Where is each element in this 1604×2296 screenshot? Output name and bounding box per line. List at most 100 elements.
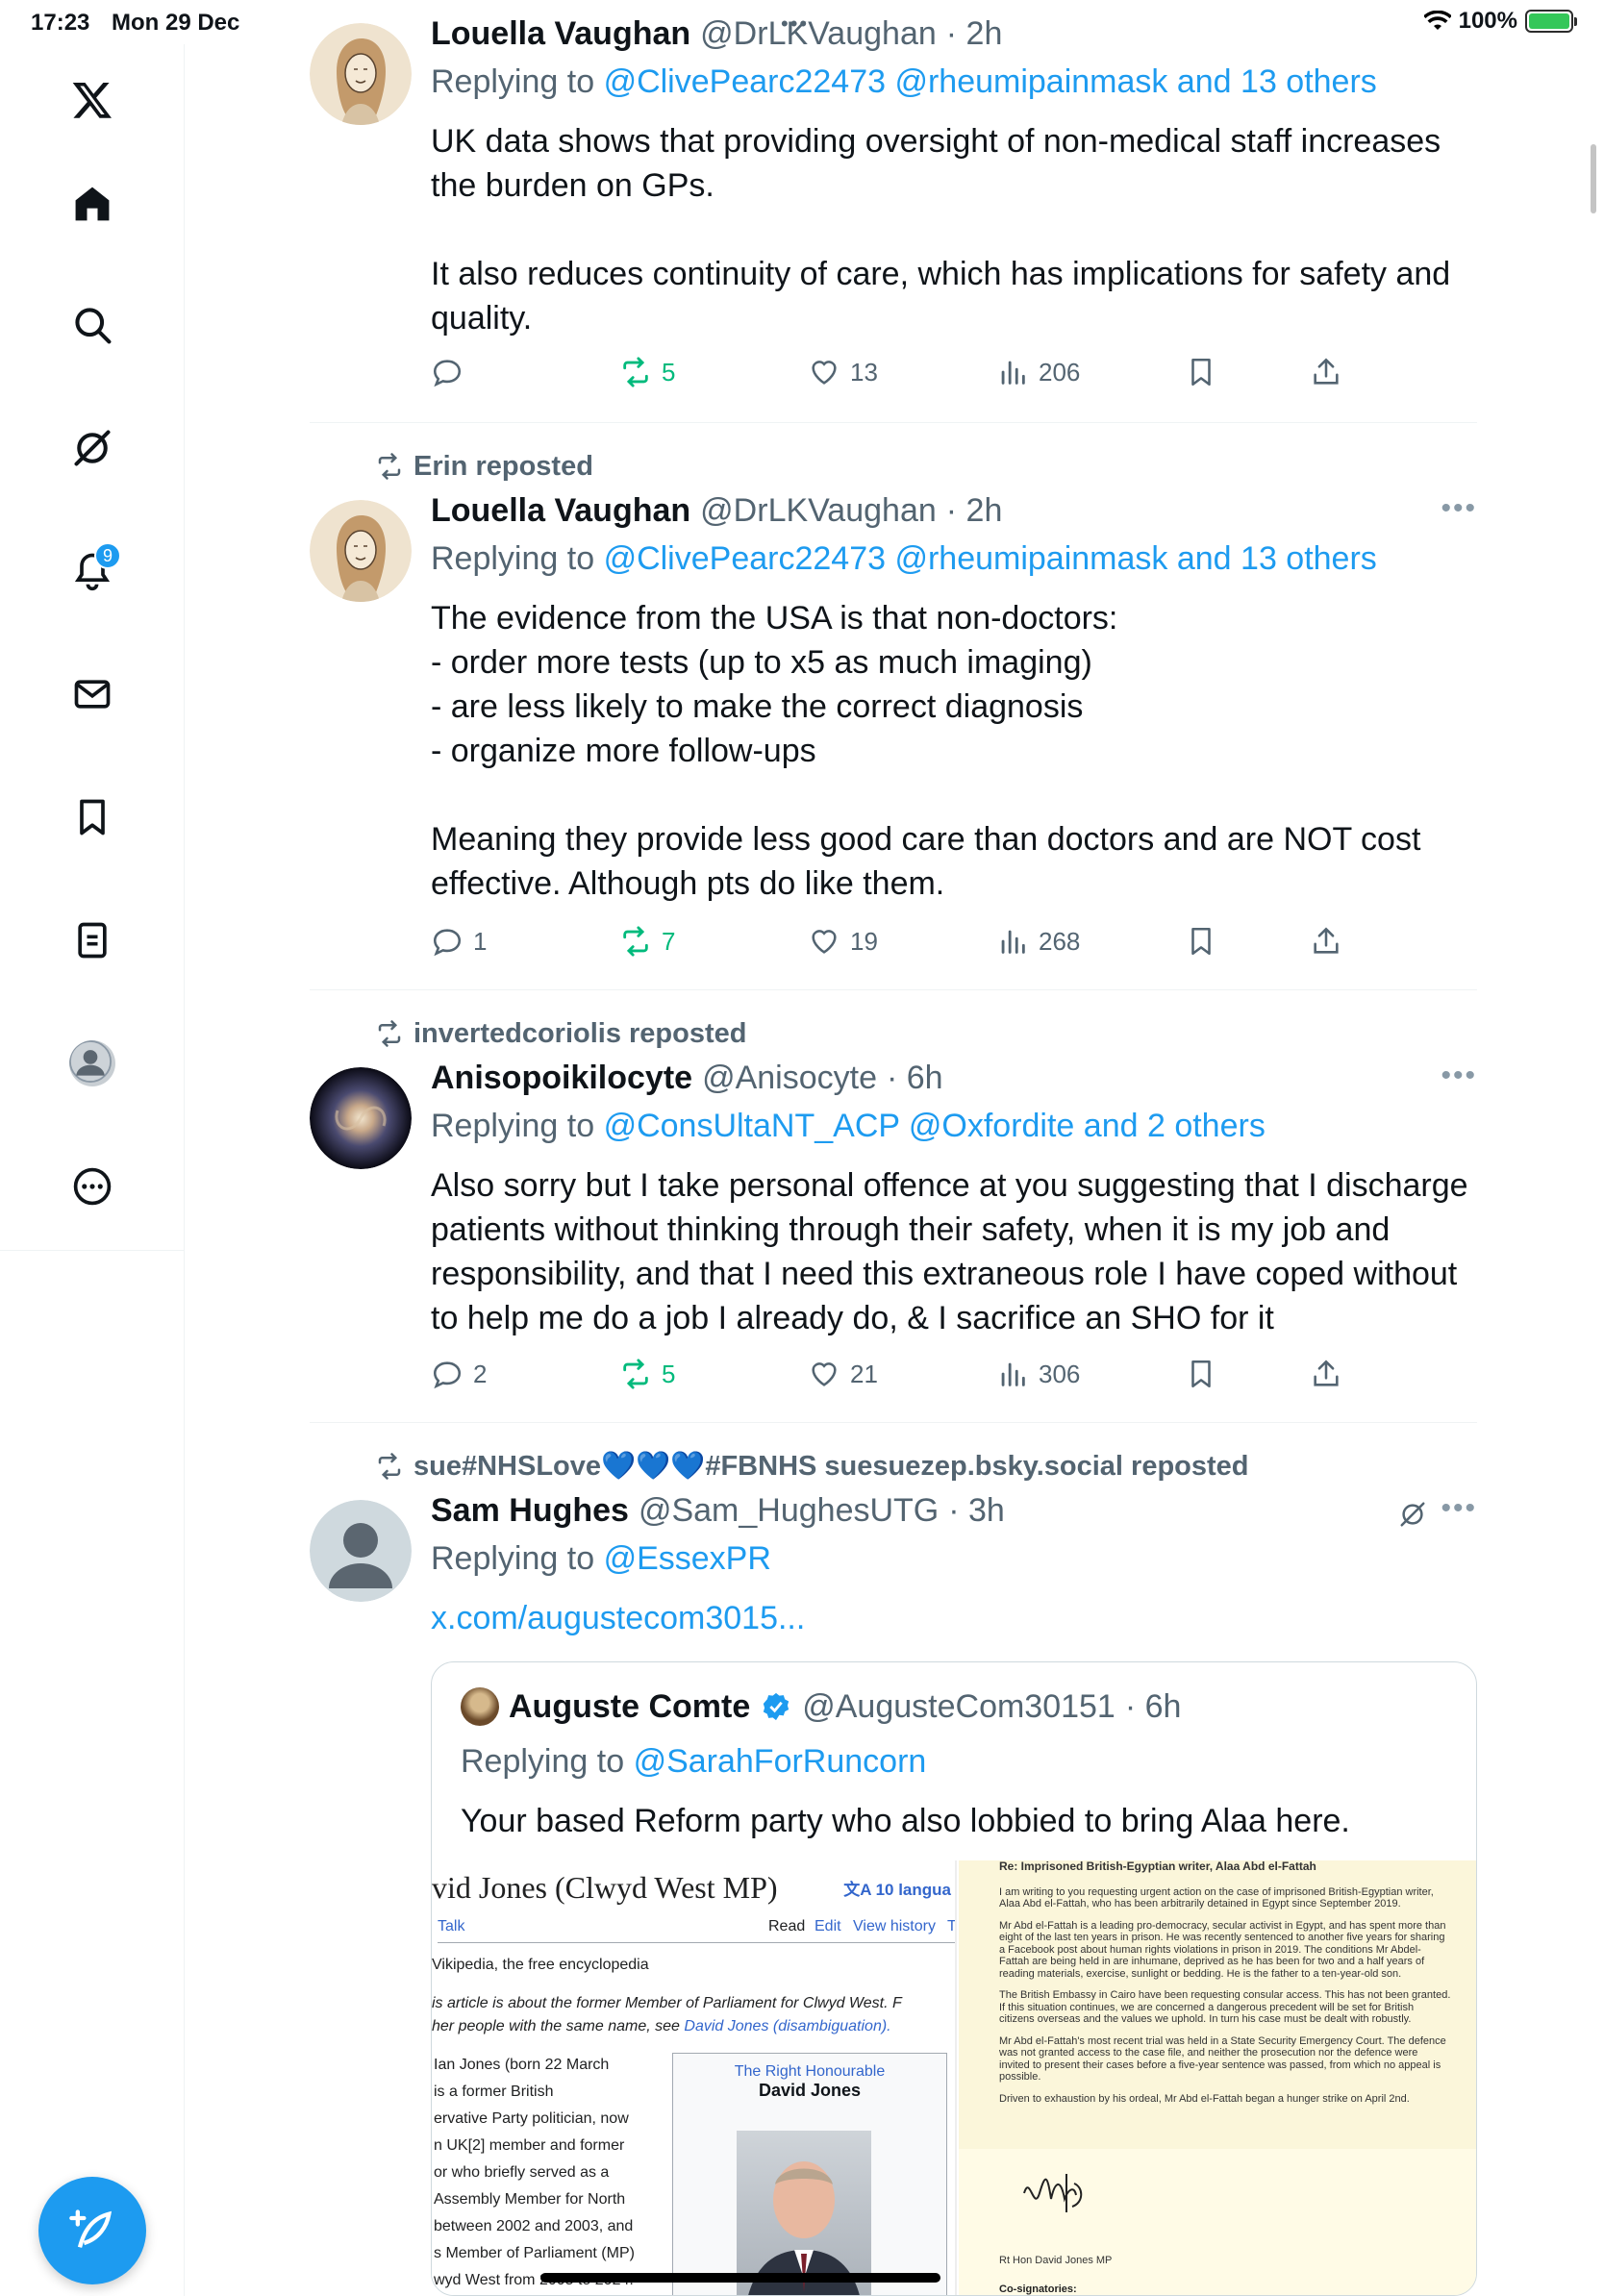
replying-mentions[interactable]: @ClivePearc22473 @rheumipainmask and 13 … xyxy=(604,540,1377,577)
quote-text: Your based Reform party who also lobbied… xyxy=(461,1803,1350,1839)
compose-feather-icon xyxy=(69,2209,113,2248)
avatar[interactable] xyxy=(310,1067,412,1169)
views-button[interactable]: 268 xyxy=(996,925,1080,958)
wikipedia-screenshot-image[interactable]: vid Jones (Clwyd West MP) 文A 10 langua T… xyxy=(432,1860,957,2295)
more-options-icon[interactable]: ••• xyxy=(1441,492,1477,525)
tweet-time[interactable]: · 2h xyxy=(946,492,1003,530)
share-icon xyxy=(1314,1360,1339,1386)
author-name[interactable]: Sam Hughes xyxy=(431,1492,629,1530)
bookmark-button[interactable] xyxy=(1185,1358,1217,1390)
views-button[interactable]: 306 xyxy=(996,1358,1080,1390)
search-icon[interactable] xyxy=(58,290,127,360)
repost-icon xyxy=(623,1359,648,1389)
grok-icon[interactable] xyxy=(58,413,127,483)
repost-icon xyxy=(623,357,648,387)
share-icon xyxy=(1314,358,1339,385)
repost-context[interactable]: sue#NHSLove💙💙💙#FBNHS suesuezep.bsky.soci… xyxy=(375,1450,1249,1483)
quote-author-handle[interactable]: @AugusteCom30151 xyxy=(802,1688,1115,1726)
repost-context[interactable]: invertedcoriolis reposted xyxy=(375,1017,747,1050)
wiki-languages: 文A 10 langua xyxy=(843,1881,951,1899)
reply-button[interactable] xyxy=(431,356,473,388)
grok-icon[interactable] xyxy=(1398,1500,1427,1529)
like-button[interactable]: 13 xyxy=(808,356,878,388)
quote-author-name[interactable]: Auguste Comte xyxy=(509,1688,750,1726)
tweet[interactable]: invertedcoriolis reposted Anisopoikilocy… xyxy=(310,990,1477,1423)
bookmark-button[interactable] xyxy=(1185,925,1217,958)
replying-mentions[interactable]: @ClivePearc22473 @rheumipainmask and 13 … xyxy=(604,63,1377,100)
reply-button[interactable]: 1 xyxy=(431,925,487,958)
replying-mentions[interactable]: @SarahForRuncorn xyxy=(634,1743,927,1780)
reply-button[interactable]: 2 xyxy=(431,1358,487,1390)
quote-header: Auguste Comte @AugusteCom30151 · 6h xyxy=(461,1687,1181,1726)
repost-icon xyxy=(378,1453,401,1480)
reply-count: 1 xyxy=(473,926,488,956)
tweet-text: UK data shows that providing oversight o… xyxy=(431,123,1451,337)
author-name[interactable]: Louella Vaughan xyxy=(431,15,690,53)
tweet[interactable]: sue#NHSLove💙💙💙#FBNHS suesuezep.bsky.soci… xyxy=(310,1423,1477,2296)
tweet-actions: 2 5 21 306 xyxy=(431,1358,1373,1396)
tweet-link[interactable]: x.com/augustecom3015... xyxy=(431,1600,805,1637)
profile-icon[interactable] xyxy=(58,1029,127,1098)
more-icon[interactable] xyxy=(58,1152,127,1221)
home-indicator[interactable] xyxy=(540,2273,940,2283)
tweet[interactable]: Erin reposted Louella Vaughan @DrLKVaugh… xyxy=(310,423,1477,990)
tweet-time[interactable]: · 3h xyxy=(948,1492,1005,1530)
bookmarks-icon[interactable] xyxy=(58,783,127,852)
heart-icon xyxy=(812,1362,837,1386)
home-icon[interactable] xyxy=(58,169,127,238)
like-button[interactable]: 19 xyxy=(808,925,878,958)
author-handle[interactable]: @Anisocyte xyxy=(702,1060,877,1097)
tweet[interactable]: Louella Vaughan @DrLKVaughan · 2h Replyi… xyxy=(310,0,1477,423)
repost-button[interactable]: 5 xyxy=(619,356,675,388)
wiki-body-line: n UK[2] member and former xyxy=(434,2137,625,2154)
more-options-icon[interactable]: ••• xyxy=(1441,1492,1477,1525)
share-button[interactable] xyxy=(1310,925,1342,958)
avatar[interactable] xyxy=(310,23,412,125)
repost-count: 7 xyxy=(662,926,676,956)
status-time: 17:23 xyxy=(31,10,90,36)
repost-context[interactable]: Erin reposted xyxy=(375,450,593,483)
wiki-body-line: ervative Party politician, now xyxy=(434,2110,629,2127)
replying-mentions[interactable]: @EssexPR xyxy=(604,1540,771,1577)
scroll-indicator[interactable] xyxy=(1591,144,1596,213)
wiki-from: Vikipedia, the free encyclopedia xyxy=(432,1957,649,1973)
wiki-tabs: Talk Read Edit View history T xyxy=(438,1918,955,1943)
replying-prefix: Replying to xyxy=(431,1108,595,1144)
letter-text: Re: Imprisoned British-Egyptian writer, … xyxy=(999,1860,1451,2105)
share-button[interactable] xyxy=(1310,356,1342,388)
reposted-by: invertedcoriolis reposted xyxy=(414,1017,747,1049)
lists-icon[interactable] xyxy=(58,906,127,975)
compose-post-button[interactable] xyxy=(38,2177,146,2284)
more-options-icon[interactable]: ••• xyxy=(1441,1060,1477,1092)
bookmark-icon xyxy=(1191,927,1211,956)
replying-mentions[interactable]: @ConsUltaNT_ACP @Oxfordite and 2 others xyxy=(604,1108,1266,1144)
replying-prefix: Replying to xyxy=(461,1743,625,1780)
co-signatories-label: Co-signatories: xyxy=(999,2284,1077,2295)
author-name[interactable]: Anisopoikilocyte xyxy=(431,1060,692,1097)
author-handle[interactable]: @DrLKVaughan xyxy=(700,492,937,530)
letter-screenshot-image[interactable]: Re: Imprisoned British-Egyptian writer, … xyxy=(959,1860,1476,2295)
author-handle[interactable]: @Sam_HughesUTG xyxy=(639,1492,939,1530)
author-name[interactable]: Louella Vaughan xyxy=(431,492,690,530)
replying-to: Replying to @ConsUltaNT_ACP @Oxfordite a… xyxy=(431,1108,1266,1145)
author-handle[interactable]: @DrLKVaughan xyxy=(700,15,937,53)
like-button[interactable]: 21 xyxy=(808,1358,878,1390)
bookmark-button[interactable] xyxy=(1185,356,1217,388)
repost-button[interactable]: 5 xyxy=(619,1358,675,1390)
timeline-feed[interactable]: Louella Vaughan @DrLKVaughan · 2h Replyi… xyxy=(185,0,1477,2296)
x-logo-icon[interactable] xyxy=(58,65,127,135)
tweet-header: Louella Vaughan @DrLKVaughan · 2h xyxy=(431,15,1002,54)
views-button[interactable]: 206 xyxy=(996,356,1080,388)
repost-button[interactable]: 7 xyxy=(619,925,675,958)
notifications-icon[interactable]: 9 xyxy=(58,537,127,606)
quote-avatar[interactable] xyxy=(461,1687,499,1726)
avatar[interactable] xyxy=(310,1500,412,1602)
share-button[interactable] xyxy=(1310,1358,1342,1390)
messages-icon[interactable] xyxy=(58,660,127,729)
tweet-header: Louella Vaughan @DrLKVaughan · 2h xyxy=(431,492,1002,531)
quoted-tweet[interactable]: Auguste Comte @AugusteCom30151 · 6h Repl… xyxy=(431,1661,1477,2296)
avatar[interactable] xyxy=(310,500,412,602)
tweet-time[interactable]: · 6h xyxy=(887,1060,943,1097)
quote-time[interactable]: · 6h xyxy=(1125,1688,1182,1726)
tweet-time[interactable]: · 2h xyxy=(946,15,1003,53)
